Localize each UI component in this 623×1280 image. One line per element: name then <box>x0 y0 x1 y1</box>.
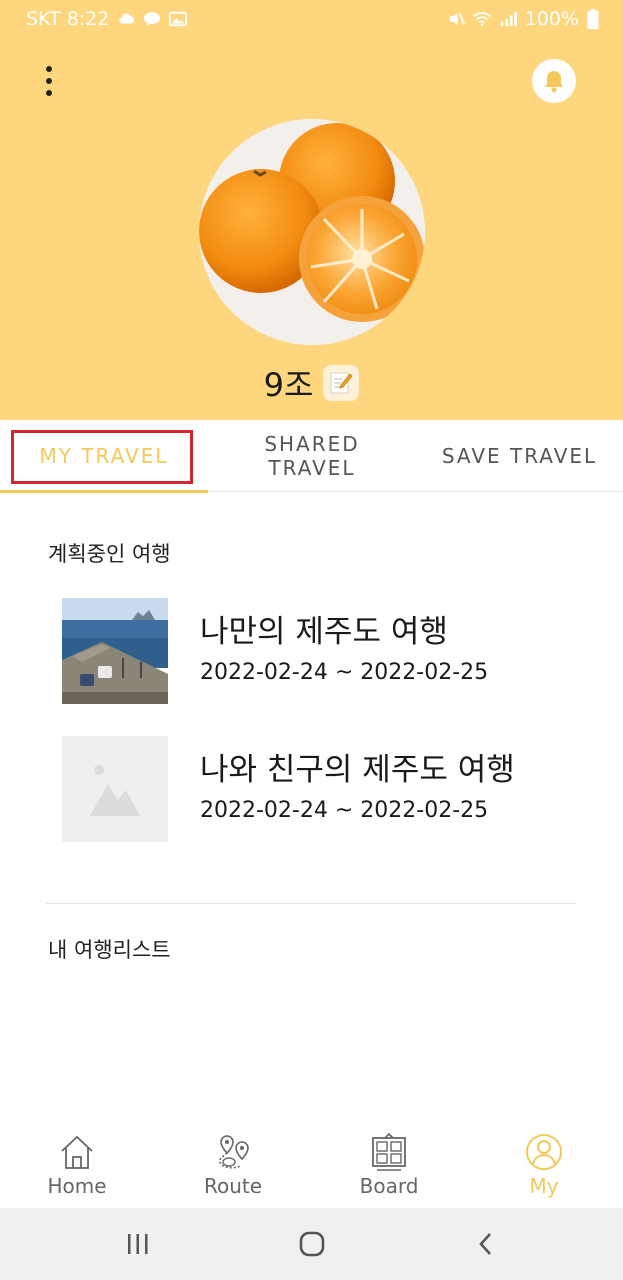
image-placeholder-icon <box>62 736 168 842</box>
image-icon <box>169 11 188 27</box>
my-list-section-title: 내 여행리스트 <box>48 938 171 962</box>
signal-icon <box>500 11 517 27</box>
trip-title: 나와 친구의 제주도 여행 <box>200 752 515 788</box>
battery-percent: 100% <box>524 8 579 30</box>
harbor-photo <box>62 598 168 704</box>
wifi-icon <box>472 12 491 27</box>
tab-save-travel-label: SAVE TRAVEL <box>441 444 598 468</box>
profile-header: SKT 8:22 100% 9조 <box>0 0 623 420</box>
memo-pencil-icon <box>330 372 353 394</box>
bell-icon <box>545 71 563 93</box>
tab-my-travel[interactable]: MY TRAVEL <box>0 420 208 493</box>
nav-board[interactable]: Board <box>329 1132 449 1208</box>
section-divider <box>46 903 576 904</box>
nav-my[interactable]: My <box>484 1132 604 1208</box>
more-vertical-icon[interactable] <box>36 64 64 100</box>
home-circle-icon <box>299 1231 325 1257</box>
battery-icon <box>587 9 599 29</box>
notification-button[interactable] <box>532 59 576 103</box>
trip-item[interactable]: 나와 친구의 제주도 여행 2022-02-24 ~ 2022-02-25 <box>62 736 582 842</box>
profile-name: 9조 <box>263 366 314 404</box>
user-circle-icon <box>526 1134 562 1170</box>
mute-icon <box>449 12 465 26</box>
status-bar: SKT 8:22 100% <box>0 0 623 38</box>
nav-home-label: Home <box>47 1174 107 1198</box>
system-home-button[interactable] <box>282 1226 342 1262</box>
chat-icon <box>144 12 161 27</box>
travel-tabs: MY TRAVEL SHARED TRAVEL SAVE TRAVEL <box>0 420 623 493</box>
trip-title: 나만의 제주도 여행 <box>200 614 448 650</box>
trip-dates: 2022-02-24 ~ 2022-02-25 <box>200 798 489 823</box>
home-icon <box>61 1135 93 1169</box>
board-icon <box>372 1132 406 1171</box>
nav-my-label: My <box>529 1174 559 1198</box>
edit-profile-button[interactable] <box>323 365 360 401</box>
tab-shared-travel-label: SHARED TRAVEL <box>264 432 360 480</box>
nav-home[interactable]: Home <box>17 1132 137 1208</box>
back-icon <box>479 1233 491 1255</box>
nav-route-label: Route <box>203 1174 263 1198</box>
planning-section-title: 계획중인 여행 <box>48 542 171 566</box>
cloud-icon <box>119 13 135 24</box>
system-navigation-bar <box>0 1208 623 1280</box>
tangerines-photo <box>199 119 425 345</box>
back-button[interactable] <box>456 1226 516 1262</box>
trip-thumbnail <box>62 736 168 842</box>
tab-shared-travel[interactable]: SHARED TRAVEL <box>212 420 412 492</box>
nav-route[interactable]: Route <box>173 1132 293 1208</box>
nav-board-label: Board <box>359 1174 419 1198</box>
recent-apps-icon <box>128 1234 148 1254</box>
tab-active-indicator <box>0 490 208 493</box>
trip-item[interactable]: 나만의 제주도 여행 2022-02-24 ~ 2022-02-25 <box>62 598 582 704</box>
tab-save-travel[interactable]: SAVE TRAVEL <box>416 420 623 492</box>
trip-dates: 2022-02-24 ~ 2022-02-25 <box>200 660 489 685</box>
avatar[interactable] <box>199 119 425 345</box>
trip-thumbnail <box>62 598 168 704</box>
status-carrier-time: SKT 8:22 <box>26 8 110 30</box>
selection-highlight <box>11 430 193 484</box>
route-pin-icon <box>218 1135 249 1169</box>
bottom-navigation: Home Route Board My <box>0 1120 623 1208</box>
recent-apps-button[interactable] <box>108 1226 168 1262</box>
